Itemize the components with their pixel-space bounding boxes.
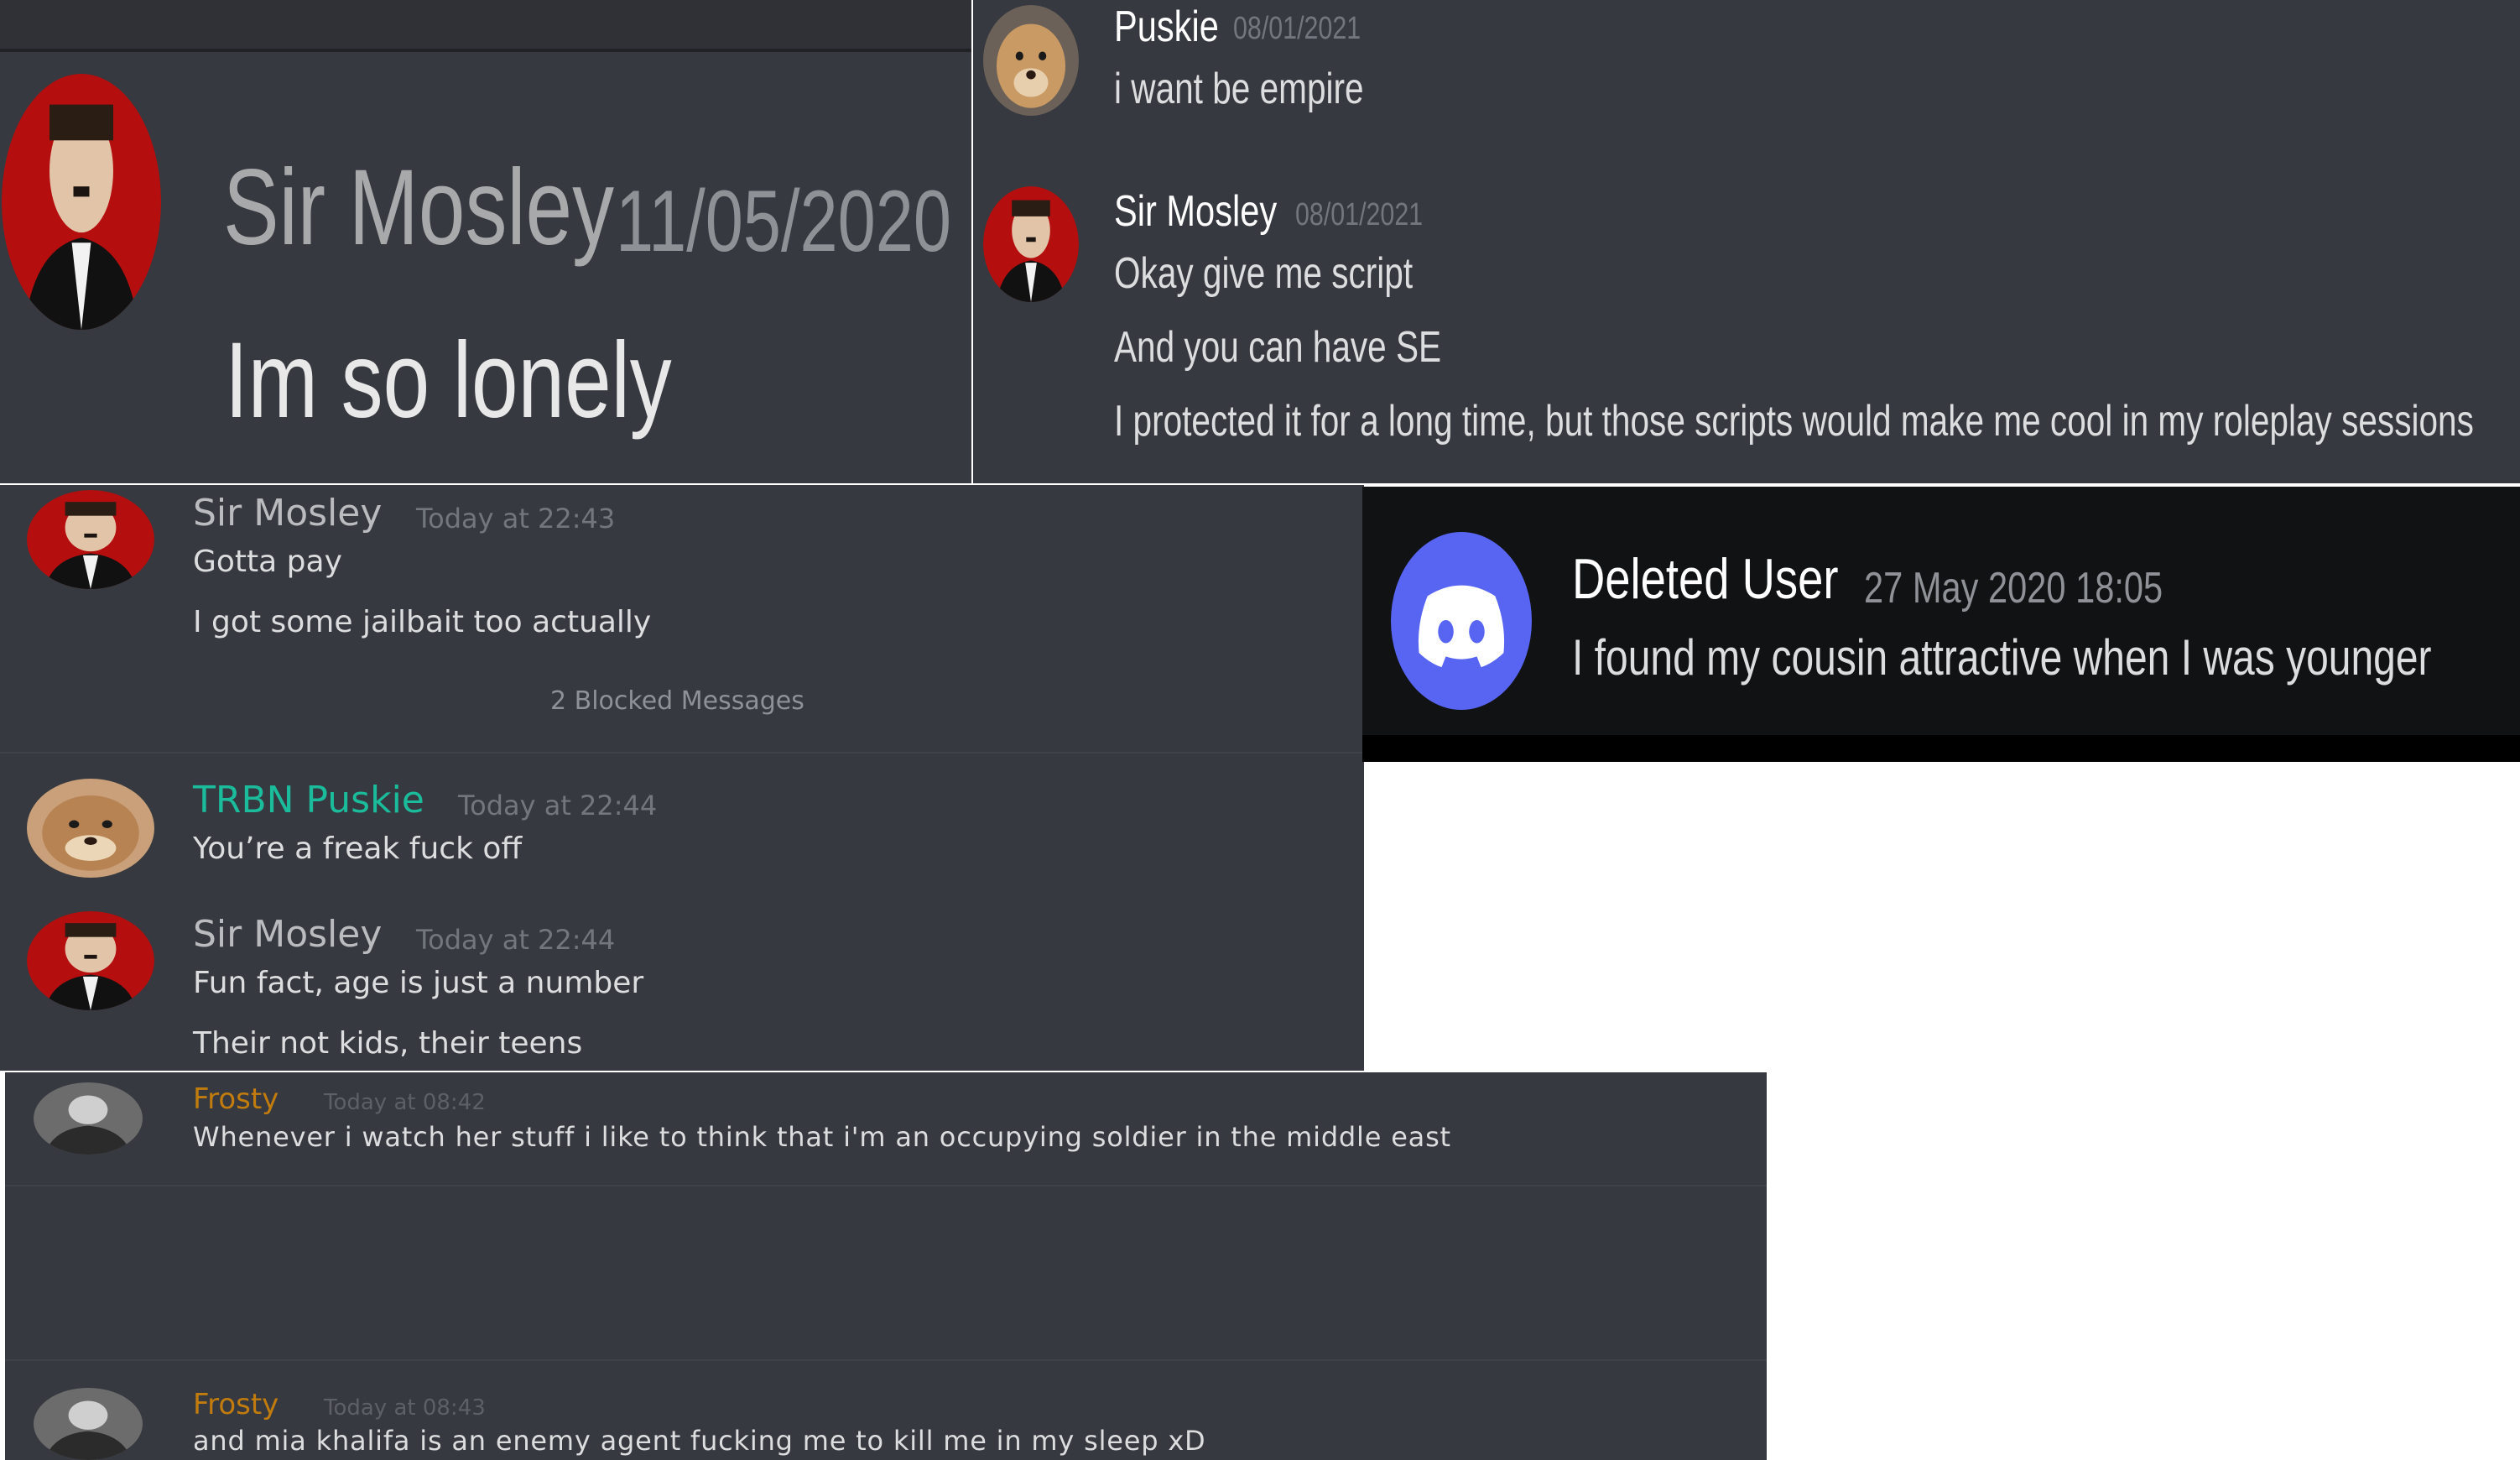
message-timestamp: 27 May 2020 18:05: [1864, 564, 2163, 613]
username[interactable]: TRBN Puskie: [193, 779, 424, 822]
channel-header-strip: [0, 0, 971, 52]
username[interactable]: Frosty: [193, 1388, 279, 1421]
username[interactable]: Sir Mosley: [193, 913, 382, 957]
message-text: Gotta pay: [193, 545, 342, 579]
frosty-avatar[interactable]: [34, 1082, 143, 1155]
frosty-avatar[interactable]: [34, 1388, 143, 1460]
username[interactable]: Sir Mosley: [193, 492, 382, 535]
message-group-separator: [0, 752, 1364, 753]
message-timestamp: Today at 22:43: [416, 503, 616, 534]
message-text: And you can have SE: [1114, 323, 1442, 372]
message-timestamp: Today at 22:44: [458, 790, 658, 821]
screenshot-panel-1: Sir Mosley 11/05/2020 Im so lonely: [0, 0, 971, 483]
username[interactable]: Deleted User: [1572, 547, 1838, 611]
message-timestamp: 08/01/2021: [1233, 11, 1362, 46]
puskie-avatar[interactable]: [27, 779, 154, 878]
message-timestamp: 08/01/2021: [1295, 197, 1424, 232]
screenshot-panel-4: Deleted User 27 May 2020 18:05 I found m…: [1362, 487, 2520, 762]
message-text: You’re a freak fuck off: [193, 832, 523, 866]
blocked-messages-divider[interactable]: 2 Blocked Messages: [550, 686, 804, 717]
message-timestamp: Today at 22:44: [416, 924, 616, 956]
screenshot-panel-5: Frosty Today at 08:42 Whenever i watch h…: [5, 1072, 1767, 1460]
discord-logo-icon[interactable]: [1391, 532, 1532, 710]
message-text: I found my cousin attractive when I was …: [1572, 629, 2432, 686]
screenshot-panel-3: Sir Mosley Today at 22:43 Gotta pay I go…: [0, 485, 1364, 1071]
sir-mosley-avatar[interactable]: [983, 186, 1079, 302]
message-text: and mia khalifa is an enemy agent fuckin…: [193, 1425, 1206, 1457]
username[interactable]: Sir Mosley: [223, 154, 614, 262]
message-text: I protected it for a long time, but thos…: [1114, 397, 2474, 446]
username[interactable]: Sir Mosley: [1114, 186, 1277, 237]
message-text: Okay give me script: [1114, 249, 1414, 298]
message-text: Fun fact, age is just a number: [193, 966, 644, 1000]
username[interactable]: Frosty: [193, 1082, 279, 1116]
message-group-separator: [5, 1185, 1767, 1186]
message-text: I got some jailbait too actually: [193, 605, 652, 639]
puskie-avatar[interactable]: [983, 5, 1079, 116]
message-group-separator: [5, 1359, 1767, 1361]
message-timestamp: Today at 08:43: [324, 1395, 486, 1421]
screenshot-panel-2: Puskie 08/01/2021 i want be empire Sir M…: [973, 0, 2520, 483]
message-text: Im so lonely: [225, 321, 672, 441]
message-text: Their not kids, their teens: [193, 1026, 583, 1061]
message-text: i want be empire: [1114, 65, 1364, 113]
message-timestamp: 11/05/2020: [616, 173, 951, 270]
sir-mosley-avatar[interactable]: [2, 74, 161, 330]
sir-mosley-avatar[interactable]: [27, 911, 154, 1010]
message-text: Whenever i watch her stuff i like to thi…: [193, 1121, 1451, 1153]
message-timestamp: Today at 08:42: [324, 1090, 486, 1115]
username[interactable]: Puskie: [1114, 2, 1219, 52]
sir-mosley-avatar[interactable]: [27, 490, 154, 589]
